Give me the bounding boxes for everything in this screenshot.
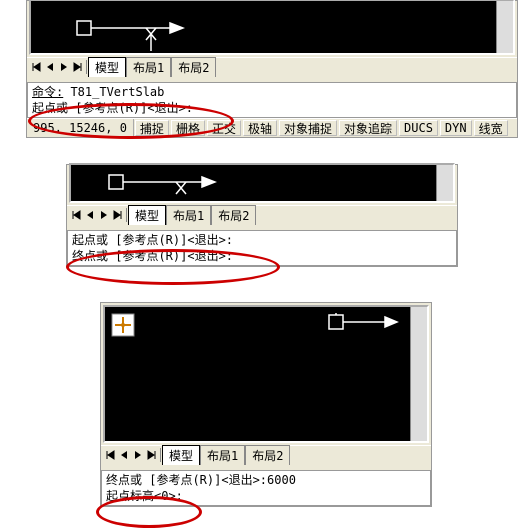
drawing-area-2[interactable] — [69, 163, 455, 203]
otrack-button[interactable]: 对象追踪 — [339, 120, 397, 136]
command-block-1[interactable]: 命令: T81_TVertSlab 起点或 [参考点(R)]<退出>: — [27, 82, 517, 118]
tab-bar-1: 模型 布局1 布局2 — [27, 57, 517, 76]
ducs-button[interactable]: DUCS — [399, 120, 438, 136]
tab-layout2[interactable]: 布局2 — [245, 445, 290, 465]
nav-last-icon[interactable] — [71, 60, 85, 74]
nav-prev-icon[interactable] — [117, 448, 131, 462]
polar-button[interactable]: 极轴 — [243, 120, 277, 136]
tab-layout2[interactable]: 布局2 — [211, 205, 256, 225]
nav-prev-icon[interactable] — [83, 208, 97, 222]
tab-layout1[interactable]: 布局1 — [126, 57, 171, 77]
prompt-line-end: 终点或 [参考点(R)]<退出>: — [72, 248, 452, 264]
drawing-area-1[interactable] — [29, 0, 515, 55]
snap-button[interactable]: 捕捉 — [135, 120, 169, 136]
osnap-button[interactable]: 对象捕捉 — [279, 120, 337, 136]
tab-layout1[interactable]: 布局1 — [200, 445, 245, 465]
drawing-area-3[interactable] — [103, 305, 429, 443]
ortho-button[interactable]: 正交 — [207, 120, 241, 136]
nav-next-icon[interactable] — [57, 60, 71, 74]
grid-button[interactable]: 栅格 — [171, 120, 205, 136]
dyn-button[interactable]: DYN — [440, 120, 472, 136]
tab-layout1[interactable]: 布局1 — [166, 205, 211, 225]
nav-first-icon[interactable] — [29, 60, 43, 74]
nav-first-icon[interactable] — [103, 448, 117, 462]
nav-next-icon[interactable] — [97, 208, 111, 222]
nav-prev-icon[interactable] — [43, 60, 57, 74]
status-bar: 995, 15246, 0 捕捉 栅格 正交 极轴 对象捕捉 对象追踪 DUCS… — [27, 118, 517, 137]
nav-first-icon[interactable] — [69, 208, 83, 222]
tab-model[interactable]: 模型 — [128, 205, 166, 225]
coord-readout: 995, 15246, 0 — [27, 119, 134, 137]
tab-layout2[interactable]: 布局2 — [171, 57, 216, 77]
tab-bar-2: 模型 布局1 布局2 — [67, 205, 457, 224]
prompt-line: 起点或 [参考点(R)]<退出>: — [32, 100, 512, 116]
tab-model[interactable]: 模型 — [162, 445, 200, 465]
command-value: T81_TVertSlab — [63, 85, 164, 99]
tab-model[interactable]: 模型 — [88, 57, 126, 77]
nav-next-icon[interactable] — [131, 448, 145, 462]
nav-last-icon[interactable] — [111, 208, 125, 222]
nav-last-icon[interactable] — [145, 448, 159, 462]
command-block-2[interactable]: 起点或 [参考点(R)]<退出>: 终点或 [参考点(R)]<退出>: — [67, 230, 457, 266]
lwt-button[interactable]: 线宽 — [474, 120, 508, 136]
prompt-line-elev: 起点标高<0>: — [106, 488, 426, 504]
prompt-line-start: 起点或 [参考点(R)]<退出>: — [72, 232, 452, 248]
tab-bar-3: 模型 布局1 布局2 — [101, 445, 431, 464]
command-block-3[interactable]: 终点或 [参考点(R)]<退出>:6000 起点标高<0>: — [101, 470, 431, 506]
prompt-line-end: 终点或 [参考点(R)]<退出>:6000 — [106, 472, 426, 488]
command-label: 命令: — [32, 85, 63, 99]
